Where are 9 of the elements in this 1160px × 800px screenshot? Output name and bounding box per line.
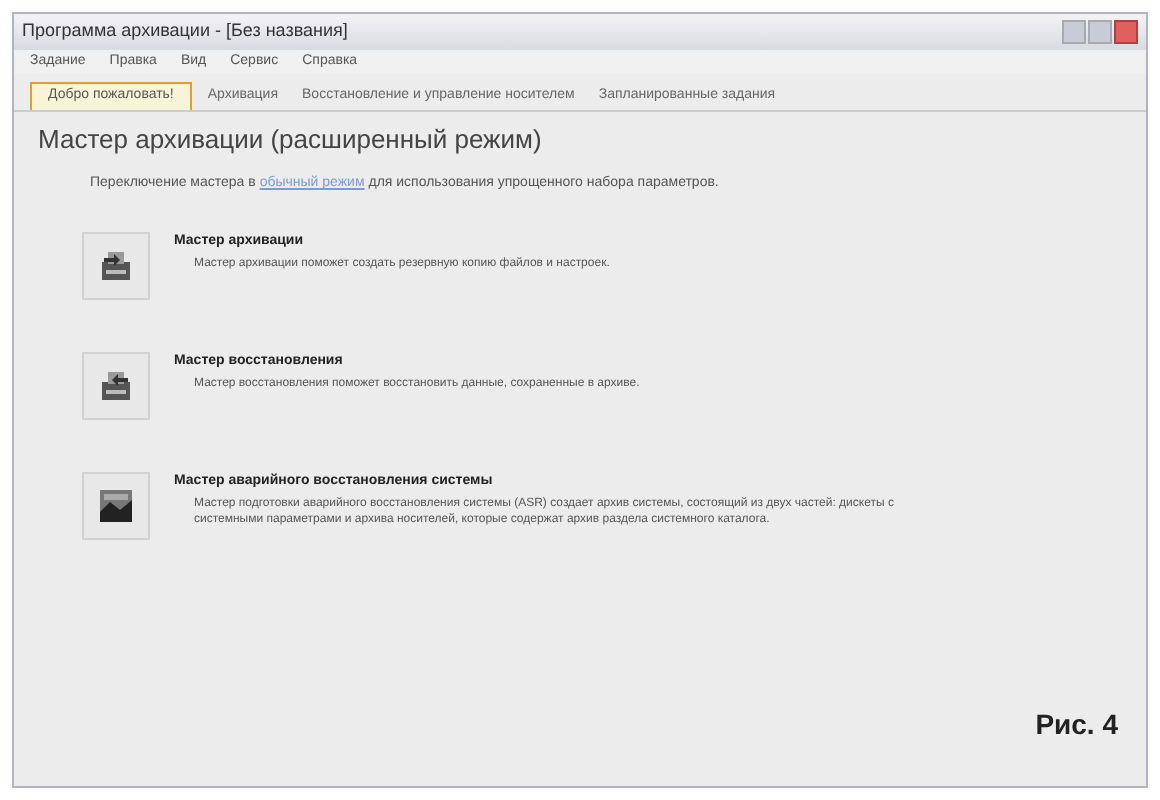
wizard-button[interactable] (82, 351, 150, 419)
drive-icon (98, 369, 134, 401)
wizard-button[interactable] (82, 471, 150, 539)
landscape-icon (98, 487, 134, 523)
figure-caption: Рис. 4 (1035, 706, 1118, 744)
drive-icon (98, 249, 134, 281)
wizard-button[interactable] (82, 231, 150, 299)
window-title: Программа архивации - [Без названия] (22, 18, 348, 45)
page-heading: Мастер архивации (расширенный режим) (38, 121, 544, 158)
